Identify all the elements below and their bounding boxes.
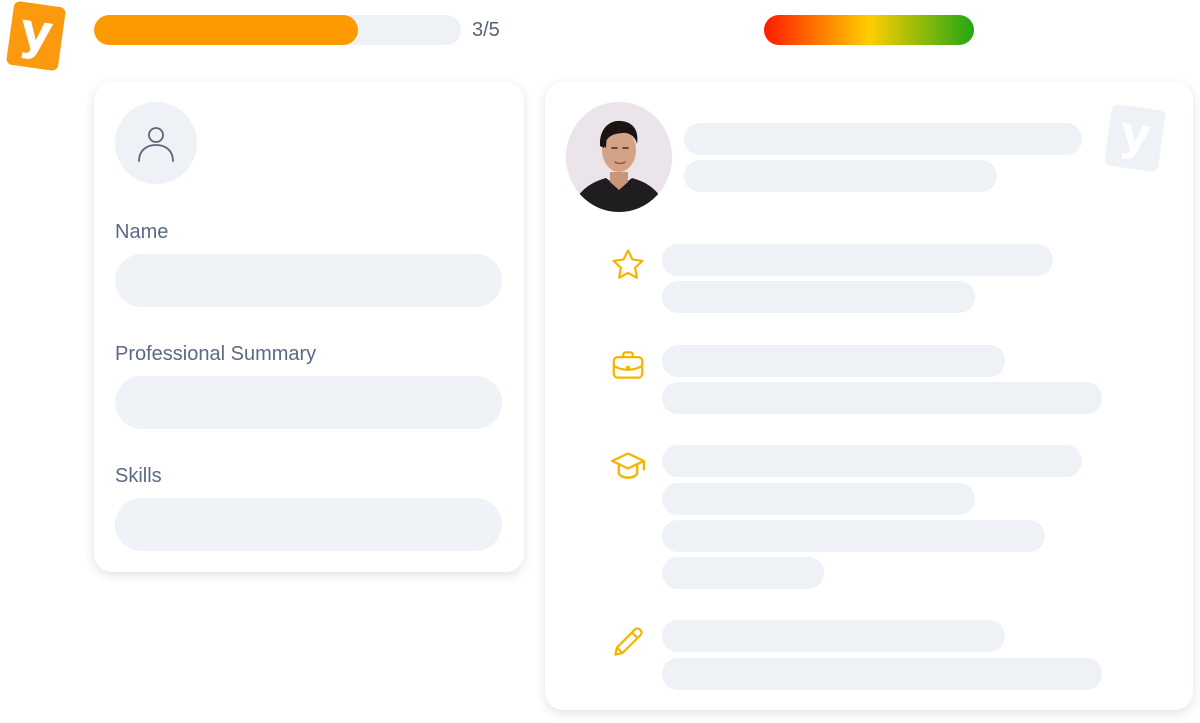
resume-form-card: Name Professional Summary Skills bbox=[94, 82, 524, 572]
skills-placeholder-line bbox=[662, 244, 1053, 276]
name-input[interactable] bbox=[115, 254, 502, 307]
professional-summary-input[interactable] bbox=[115, 376, 502, 429]
education-placeholder-line bbox=[662, 483, 975, 515]
briefcase-icon bbox=[612, 351, 644, 379]
brand-logo-letter: y bbox=[16, 1, 57, 64]
star-icon bbox=[612, 249, 644, 279]
education-placeholder-line bbox=[662, 520, 1045, 552]
education-placeholder-line bbox=[662, 557, 824, 589]
professional-summary-label: Professional Summary bbox=[115, 343, 317, 365]
progress-bar-fill bbox=[94, 15, 359, 45]
other-placeholder-line bbox=[662, 658, 1102, 690]
profile-photo bbox=[566, 102, 672, 212]
progress-step-text: 3/5 bbox=[472, 19, 500, 41]
photo-upload-button[interactable] bbox=[115, 102, 197, 184]
header-placeholder-line bbox=[684, 123, 1082, 155]
education-placeholder-line bbox=[662, 445, 1082, 477]
graduation-cap-icon bbox=[611, 452, 645, 479]
resume-score-meter bbox=[764, 15, 974, 45]
pencil-icon bbox=[614, 627, 643, 656]
other-placeholder-line bbox=[662, 620, 1005, 652]
brand-watermark-letter: y bbox=[1116, 105, 1155, 163]
experience-placeholder-line bbox=[662, 382, 1102, 414]
brand-watermark: y bbox=[1103, 103, 1167, 173]
header-placeholder-line bbox=[684, 160, 997, 192]
resume-preview-card: y bbox=[545, 82, 1193, 710]
progress-bar bbox=[94, 15, 461, 45]
profile-photo-illustration bbox=[566, 102, 672, 212]
skills-input[interactable] bbox=[115, 498, 502, 551]
brand-logo: y bbox=[5, 0, 67, 72]
name-label: Name bbox=[115, 221, 169, 243]
experience-placeholder-line bbox=[662, 345, 1005, 377]
skills-label: Skills bbox=[115, 465, 162, 487]
skills-placeholder-line bbox=[662, 281, 975, 313]
user-icon bbox=[138, 127, 174, 162]
